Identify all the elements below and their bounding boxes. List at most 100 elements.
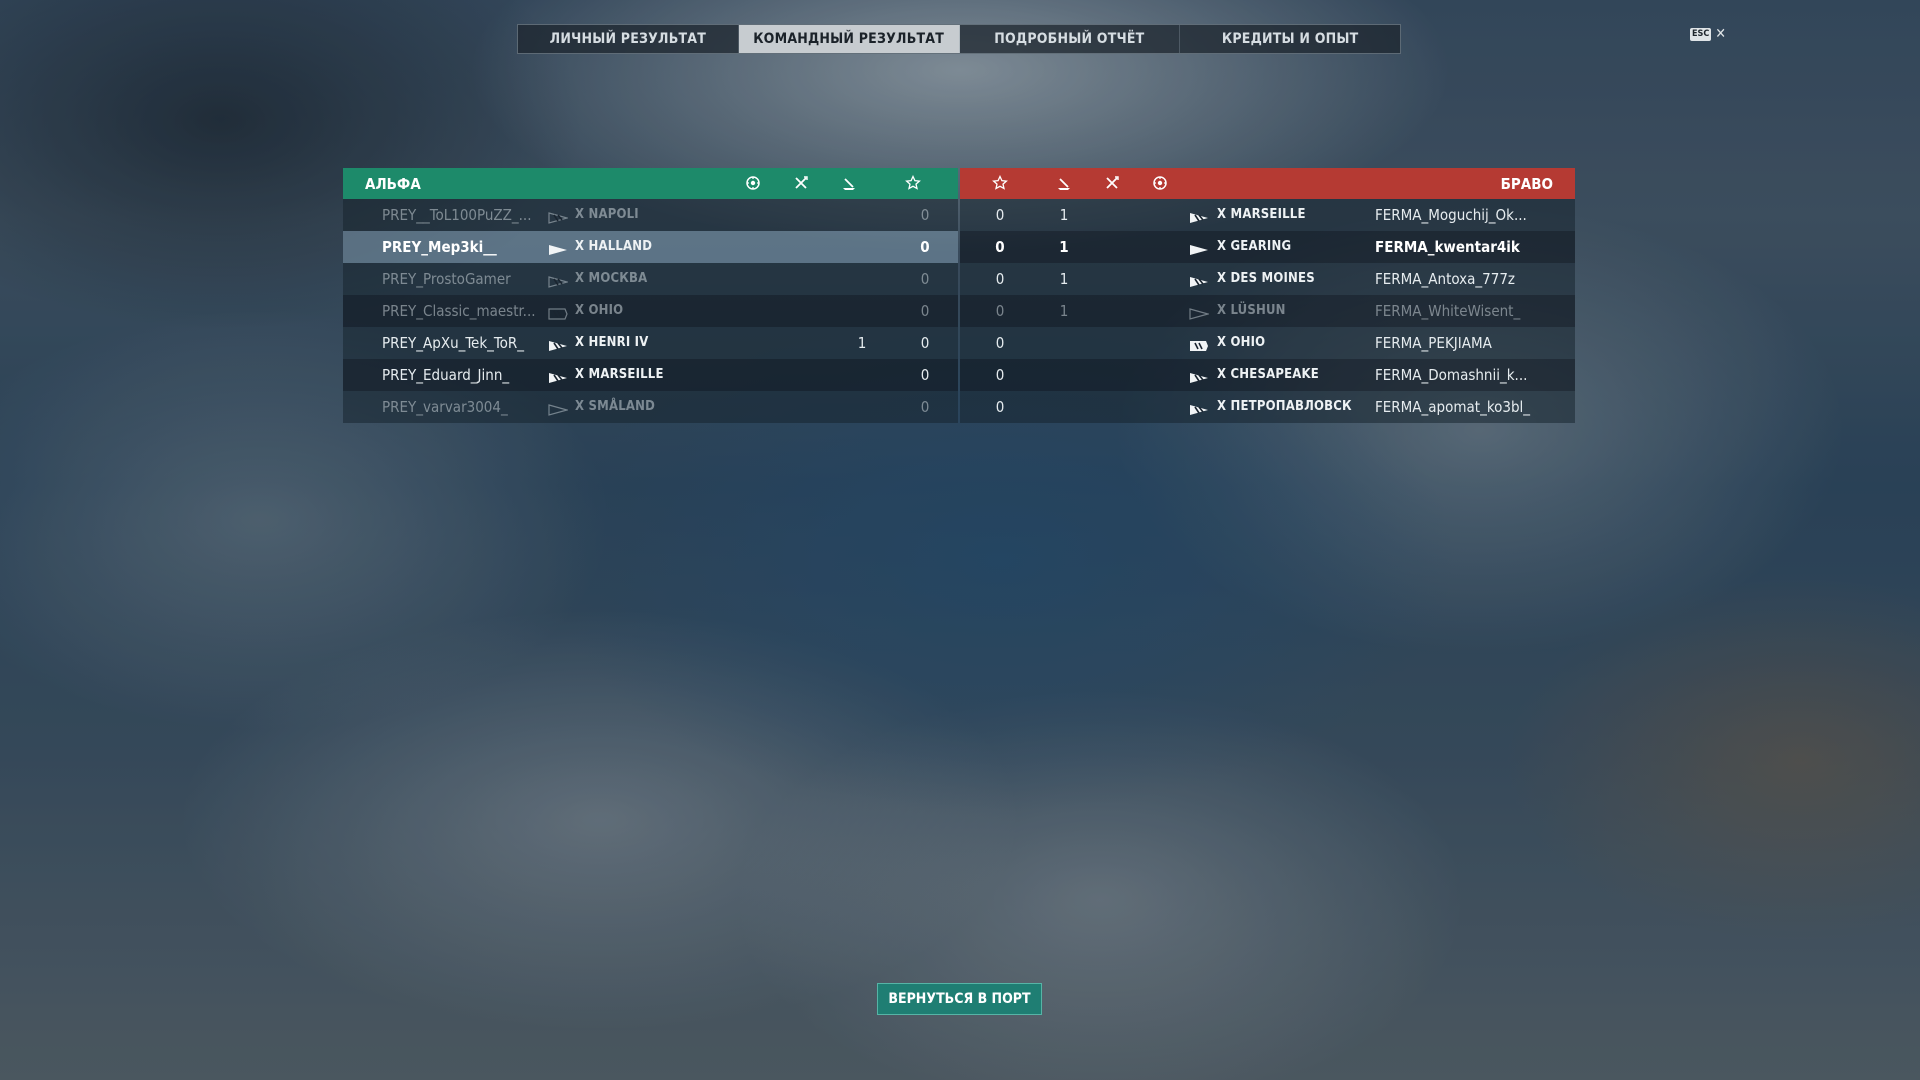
xp-value: 0 — [920, 270, 930, 288]
team-header-bravo: БРАВО — [960, 168, 1575, 199]
cruiser-icon — [548, 337, 568, 351]
ship-kills-value — [1052, 391, 1076, 423]
close-icon: ✕ — [1715, 26, 1726, 42]
ship-kills-value — [1052, 327, 1076, 359]
player-row: PREY_Eduard_Jinn_ X MARSEILLE 0 0 X CHESAPEA… — [343, 359, 1575, 391]
esc-key-label: ESC — [1690, 27, 1712, 41]
player-name: FERMA_PEKJIAMA — [1375, 334, 1492, 352]
alpha-player-entry[interactable]: PREY_ApXu_Tek_ToR_ X HENRI IV 1 0 — [343, 327, 958, 359]
player-name: FERMA_Antoxa_777z — [1375, 270, 1515, 288]
xp-value: 0 — [920, 366, 930, 384]
player-row: PREY_Classic_maestr... X OHIO 0 0 1 X LÜSHUN F… — [343, 295, 1575, 327]
player-name: FERMA_WhiteWisent_ — [1375, 302, 1521, 320]
xp-value: 0 — [920, 302, 930, 320]
ship-name: X OHIO — [575, 303, 624, 318]
player-name: PREY_Classic_maestr... — [382, 302, 536, 320]
team-name-bravo: БРАВО — [1500, 174, 1553, 193]
ship-name: X MARSEILLE — [1217, 207, 1306, 222]
tab-team-result[interactable]: КОМАНДНЫЙ РЕЗУЛЬТАТ — [738, 25, 960, 53]
bravo-player-entry[interactable]: 0 1 X DES MOINES FERMA_Antoxa_777z — [960, 263, 1575, 295]
ship-name: X GEARING — [1217, 239, 1292, 254]
cruiser-icon — [1189, 209, 1209, 223]
ship-name: X LÜSHUN — [1217, 303, 1286, 318]
alpha-player-entry[interactable]: PREY_ProstoGamer X МОСКВА 0 — [343, 263, 958, 295]
ship-kills-icon — [1056, 175, 1072, 191]
player-name: PREY_Eduard_Jinn_ — [382, 366, 510, 384]
xp-value: 0 — [995, 206, 1005, 224]
cruiser-icon — [1189, 401, 1209, 415]
ship-name: X HENRI IV — [575, 335, 649, 350]
tab-credits-xp[interactable]: КРЕДИТЫ И ОПЫТ — [1180, 25, 1400, 53]
team-name-alpha: АЛЬФА — [365, 174, 421, 193]
cruiser-icon — [548, 209, 570, 224]
alpha-player-entry[interactable]: PREY_varvar3004_ X SMÅLAND 0 — [343, 391, 958, 423]
ship-kills-value — [850, 295, 874, 327]
bravo-player-entry[interactable]: 0 X OHIO FERMA_PEKJIAMA — [960, 327, 1575, 359]
alpha-player-entry[interactable]: PREY_Eduard_Jinn_ X MARSEILLE 0 — [343, 359, 958, 391]
bravo-player-entry[interactable]: 0 1 X MARSEILLE FERMA_Moguchij_Ok... — [960, 199, 1575, 231]
background-overlay — [0, 0, 1920, 1080]
player-row: PREY_ApXu_Tek_ToR_ X HENRI IV 1 0 0 X OHIO FER… — [343, 327, 1575, 359]
xp-value: 0 — [920, 238, 930, 256]
ship-name: X HALLAND — [575, 239, 653, 254]
tab-detailed-report[interactable]: ПОДРОБНЫЙ ОТЧЁТ — [960, 25, 1181, 53]
bravo-player-entry[interactable]: 0 1 X GEARING FERMA_kwentar4ik — [960, 231, 1575, 263]
player-name: FERMA_kwentar4ik — [1375, 238, 1520, 256]
bravo-player-entry[interactable]: 0 X CHESAPEAKE FERMA_Domashnii_k... — [960, 359, 1575, 391]
player-row: PREY_varvar3004_ X SMÅLAND 0 0 X ПЕТРОПАВЛОВ… — [343, 391, 1575, 423]
bravo-player-entry[interactable]: 0 1 X LÜSHUN FERMA_WhiteWisent_ — [960, 295, 1575, 327]
xp-value: 0 — [920, 398, 930, 416]
xp-value: 0 — [995, 302, 1005, 320]
destroyer-icon — [548, 401, 570, 416]
cruiser-icon — [1189, 273, 1209, 287]
battleship-icon — [1189, 337, 1209, 351]
xp-value: 0 — [995, 334, 1005, 352]
return-to-port-button[interactable]: ВЕРНУТЬСЯ В ПОРТ — [877, 983, 1042, 1015]
ship-kills-value: 1 — [1059, 206, 1069, 224]
ship-kills-value — [1052, 359, 1076, 391]
aircraft-kills-icon — [1104, 175, 1120, 191]
ship-kills-value: 1 — [1059, 270, 1069, 288]
xp-value: 0 — [920, 334, 930, 352]
xp-value: 0 — [995, 238, 1005, 256]
player-name: PREY_varvar3004_ — [382, 398, 508, 416]
results-tabs: ЛИЧНЫЙ РЕЗУЛЬТАТ КОМАНДНЫЙ РЕЗУЛЬТАТ ПОД… — [517, 24, 1401, 54]
xp-star-icon — [992, 175, 1008, 191]
ship-kills-value: 1 — [857, 334, 867, 352]
ship-kills-value — [850, 263, 874, 295]
player-name: PREY_Mep3ki__ — [382, 238, 497, 256]
alpha-player-entry[interactable]: PREY_Mep3ki__ X HALLAND 0 — [343, 231, 958, 263]
ship-name: X MARSEILLE — [575, 367, 664, 382]
ship-kills-value: 1 — [1059, 302, 1069, 320]
player-name: FERMA_Moguchij_Ok... — [1375, 206, 1527, 224]
ship-name: X DES MOINES — [1217, 271, 1315, 286]
player-name: PREY__ToL100PuZZ_... — [382, 206, 532, 224]
ship-name: X OHIO — [1217, 335, 1266, 350]
ship-kills-value — [850, 231, 874, 263]
ship-name: X ПЕТРОПАВЛОВСК — [1217, 399, 1352, 414]
alpha-player-entry[interactable]: PREY_Classic_maestr... X OHIO 0 — [343, 295, 958, 327]
destroyer-icon — [548, 241, 568, 255]
alpha-player-entry[interactable]: PREY__ToL100PuZZ_... X NAPOLI 0 — [343, 199, 958, 231]
player-row: PREY__ToL100PuZZ_... X NAPOLI 0 0 1 X MARSEIL… — [343, 199, 1575, 231]
player-name: FERMA_apomat_ko3bl_ — [1375, 398, 1531, 416]
ship-kills-icon — [841, 175, 857, 191]
xp-value: 0 — [995, 366, 1005, 384]
cruiser-icon — [548, 369, 568, 383]
player-row: PREY_Mep3ki__ X HALLAND 0 0 1 X GEARING FERMA_… — [343, 231, 1575, 263]
close-button[interactable]: ESC ✕ — [1690, 27, 1726, 41]
player-name: PREY_ProstoGamer — [382, 270, 511, 288]
aircraft-kills-icon — [793, 175, 809, 191]
destroyer-icon — [1189, 305, 1211, 320]
ship-kills-value: 1 — [1059, 238, 1069, 256]
battleship-icon — [548, 305, 568, 320]
ship-name: X CHESAPEAKE — [1217, 367, 1319, 382]
tab-personal-result[interactable]: ЛИЧНЫЙ РЕЗУЛЬТАТ — [518, 25, 739, 53]
bravo-player-entry[interactable]: 0 X ПЕТРОПАВЛОВСК FERMA_apomat_ko3bl_ — [960, 391, 1575, 423]
ship-name: X МОСКВА — [575, 271, 648, 286]
player-name: FERMA_Domashnii_k... — [1375, 366, 1528, 384]
base-capture-icon — [745, 175, 761, 191]
base-capture-icon — [1152, 175, 1168, 191]
xp-value: 0 — [995, 398, 1005, 416]
player-name: PREY_ApXu_Tek_ToR_ — [382, 334, 524, 352]
